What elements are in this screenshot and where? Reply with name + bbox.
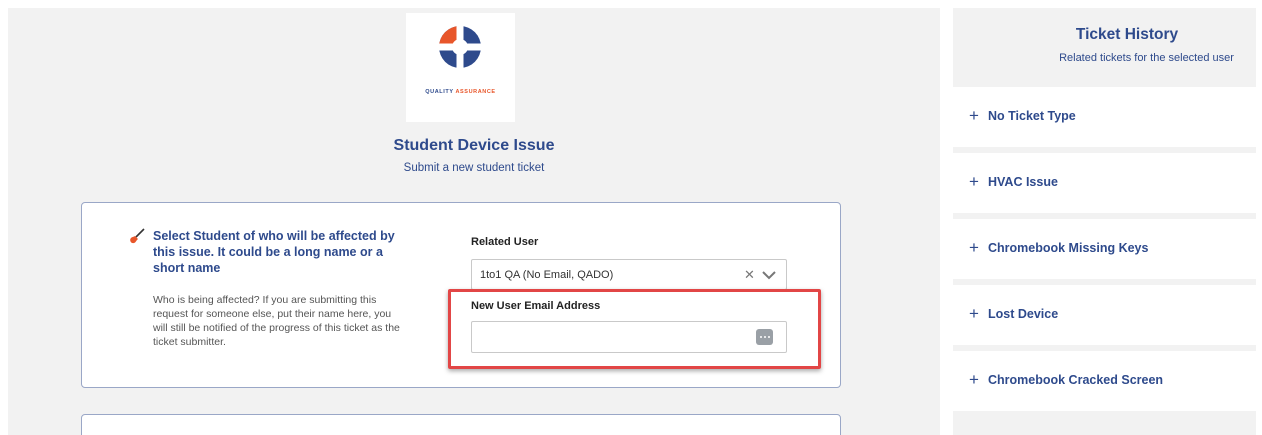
ticket-history-title: Ticket History [1075, 26, 1179, 43]
history-item[interactable]: + No Ticket Type [953, 87, 1256, 147]
history-item[interactable]: + HVAC Issue [953, 153, 1256, 213]
related-user-label: Related User [471, 236, 539, 248]
history-item[interactable]: + Chromebook Cracked Screen [953, 351, 1256, 411]
quality-assurance-logo-icon [438, 25, 482, 69]
question-description: Who is being affected? If you are submit… [153, 294, 400, 348]
clear-icon[interactable]: ✕ [744, 267, 755, 283]
question-title: Select Student of who will be affected b… [153, 229, 395, 275]
related-user-value: 1to1 QA (No Email, QADO) [480, 269, 614, 281]
ticket-history-subtitle: Related tickets for the selected user [1059, 52, 1234, 64]
plus-icon: + [969, 304, 979, 323]
history-item-label: Lost Device [988, 307, 1059, 321]
new-email-label: New User Email Address [471, 300, 601, 312]
plus-icon: + [969, 238, 979, 257]
logo-text-accent: ASSURANCE [455, 89, 496, 95]
logo: QUALITY ASSURANCE [406, 13, 515, 122]
plus-icon: + [969, 106, 979, 125]
form-title: Student Device Issue [393, 137, 555, 154]
plus-icon: + [969, 370, 979, 389]
history-item-label: HVAC Issue [988, 175, 1058, 189]
history-item-label: Chromebook Cracked Screen [988, 373, 1164, 387]
logo-text-main: QUALITY [425, 89, 454, 95]
guitar-icon [130, 228, 145, 244]
new-email-input[interactable] [471, 321, 787, 353]
more-options-icon[interactable] [756, 329, 773, 345]
next-question-card [81, 414, 841, 435]
form-subtitle: Submit a new student ticket [403, 162, 545, 174]
history-item-label: Chromebook Missing Keys [988, 241, 1149, 255]
plus-icon: + [969, 172, 979, 191]
related-user-select[interactable]: 1to1 QA (No Email, QADO) ✕ [471, 259, 787, 290]
history-item[interactable]: + Chromebook Missing Keys [953, 219, 1256, 279]
page: QUALITY ASSURANCE Student Device Issue S… [0, 0, 1262, 435]
history-item[interactable]: + Lost Device [953, 285, 1256, 345]
chevron-down-icon[interactable] [762, 270, 776, 280]
history-item-label: No Ticket Type [988, 109, 1076, 123]
question-card: Select Student of who will be affected b… [81, 202, 841, 388]
logo-text: QUALITY ASSURANCE [406, 89, 515, 95]
